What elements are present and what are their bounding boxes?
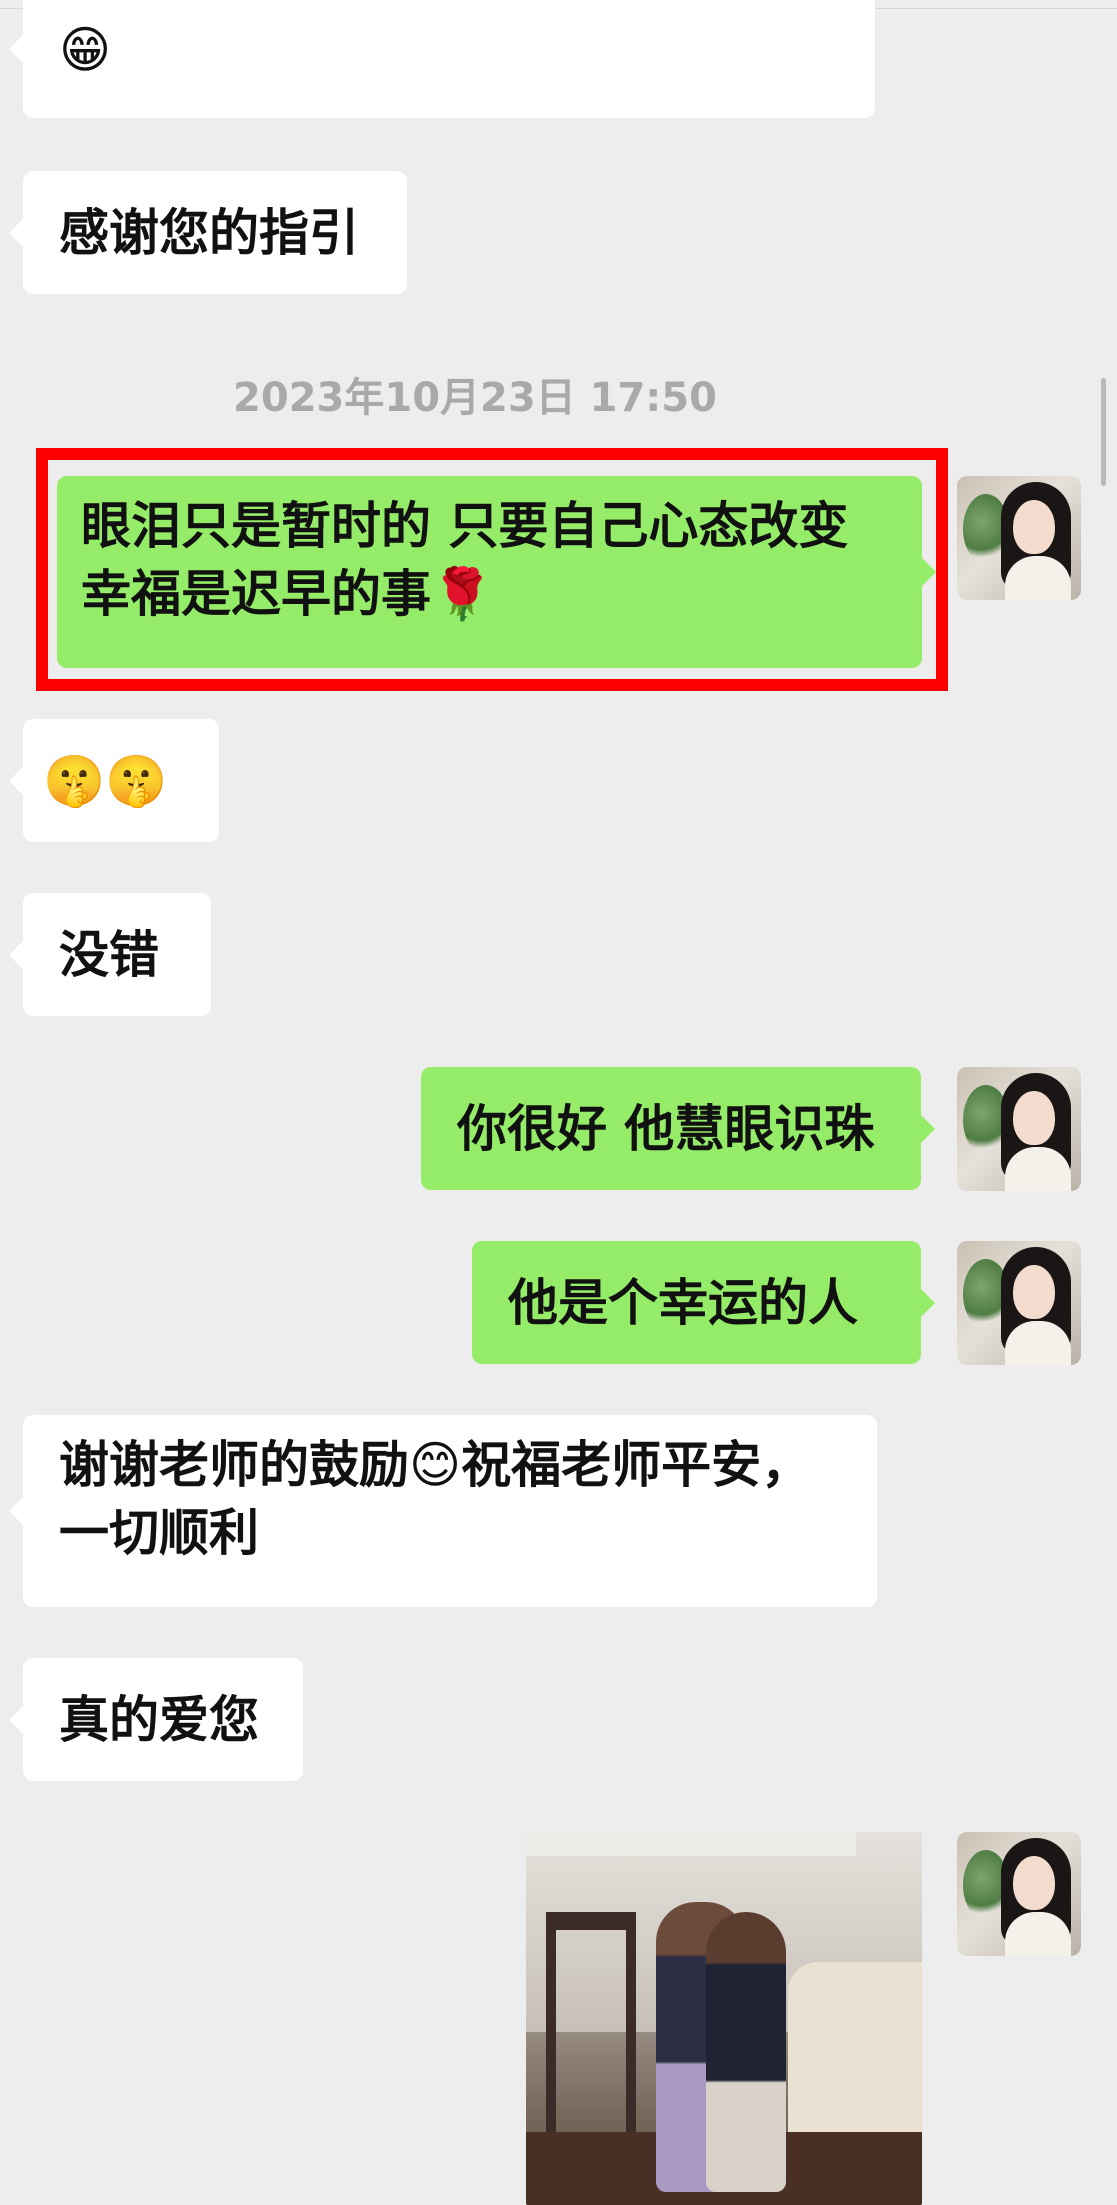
message-bubble-incoming[interactable]: 🤫🤫 [9,719,219,842]
user-avatar[interactable] [957,1832,1081,1956]
chat-area[interactable]: 😁 感谢您的指引 2023年10月23日 17:50 眼泪只是暂时的 只要自己心… [0,0,1117,2205]
scrollbar[interactable] [1101,378,1106,486]
message-text-line1: 眼泪只是暂时的 只要自己心态改变 [81,497,849,555]
user-avatar[interactable] [957,1067,1081,1191]
user-avatar[interactable] [957,1241,1081,1365]
grin-emoji: 😁 [59,21,112,79]
message-text-part1: 谢谢老师的鼓励 [59,1436,409,1494]
message-text-line2: 一切顺利 [59,1504,259,1562]
message-text: 没错 [59,925,159,984]
message-text: 你很好 他慧眼识珠 [457,1099,875,1158]
message-text: 真的爱您 [59,1690,259,1749]
image-message[interactable] [526,1832,922,2205]
message-text-line2: 幸福是迟早的事 [81,565,431,623]
message-bubble-incoming[interactable]: 😁 [9,0,875,118]
smile-emoji: 😊 [409,1436,462,1494]
message-bubble-incoming[interactable]: 感谢您的指引 [9,171,407,294]
shushing-emoji: 🤫🤫 [43,751,168,810]
message-bubble-outgoing[interactable]: 他是个幸运的人 [472,1241,935,1364]
message-text-part2: 祝福老师平安， [461,1436,812,1494]
message-bubble-incoming[interactable]: 真的爱您 [9,1658,303,1781]
message-text: 感谢您的指引 [59,203,359,262]
message-timestamp: 2023年10月23日 17:50 [233,375,717,421]
message-bubble-outgoing[interactable]: 眼泪只是暂时的 只要自己心态改变 幸福是迟早的事🌹 [57,476,936,668]
user-avatar[interactable] [957,476,1081,600]
message-bubble-incoming[interactable]: 没错 [9,893,211,1016]
message-bubble-incoming[interactable]: 谢谢老师的鼓励😊祝福老师平安， 一切顺利 [9,1415,877,1607]
rose-emoji: 🌹 [431,565,494,623]
message-text: 他是个幸运的人 [508,1273,858,1332]
message-bubble-outgoing[interactable]: 你很好 他慧眼识珠 [421,1067,935,1190]
